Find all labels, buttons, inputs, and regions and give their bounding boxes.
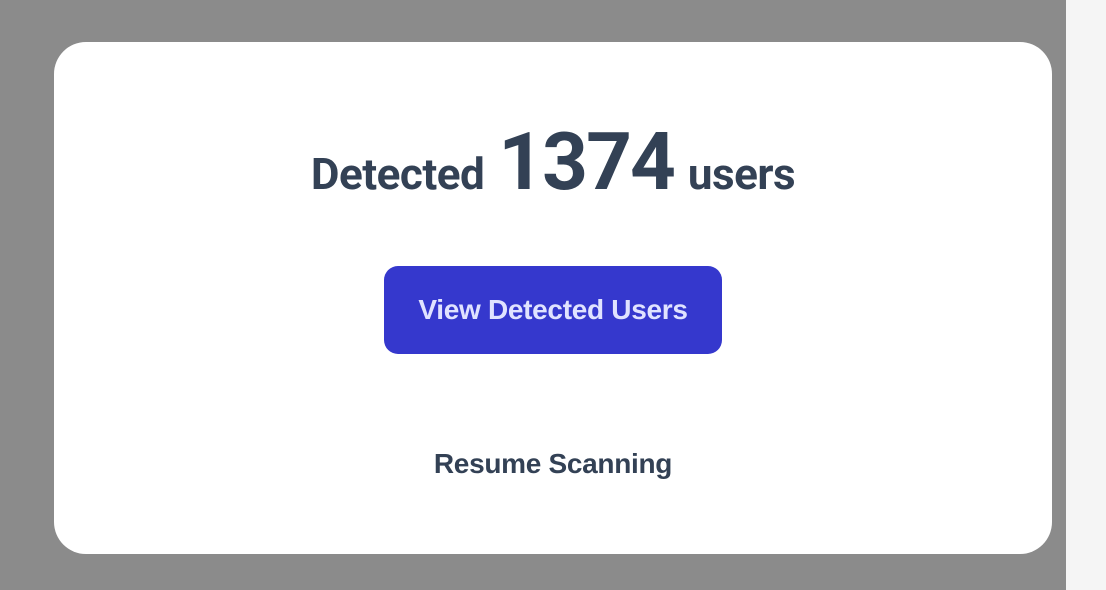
backdrop-edge: [1066, 0, 1106, 590]
view-detected-users-button[interactable]: View Detected Users: [384, 266, 721, 354]
resume-scanning-button[interactable]: Resume Scanning: [434, 448, 672, 480]
headline-prefix: Detected: [311, 152, 484, 196]
headline-suffix: users: [688, 152, 795, 196]
detection-modal: Detected 1374 users View Detected Users …: [54, 42, 1052, 554]
headline-count: 1374: [498, 122, 674, 202]
detection-headline: Detected 1374 users: [311, 122, 795, 202]
